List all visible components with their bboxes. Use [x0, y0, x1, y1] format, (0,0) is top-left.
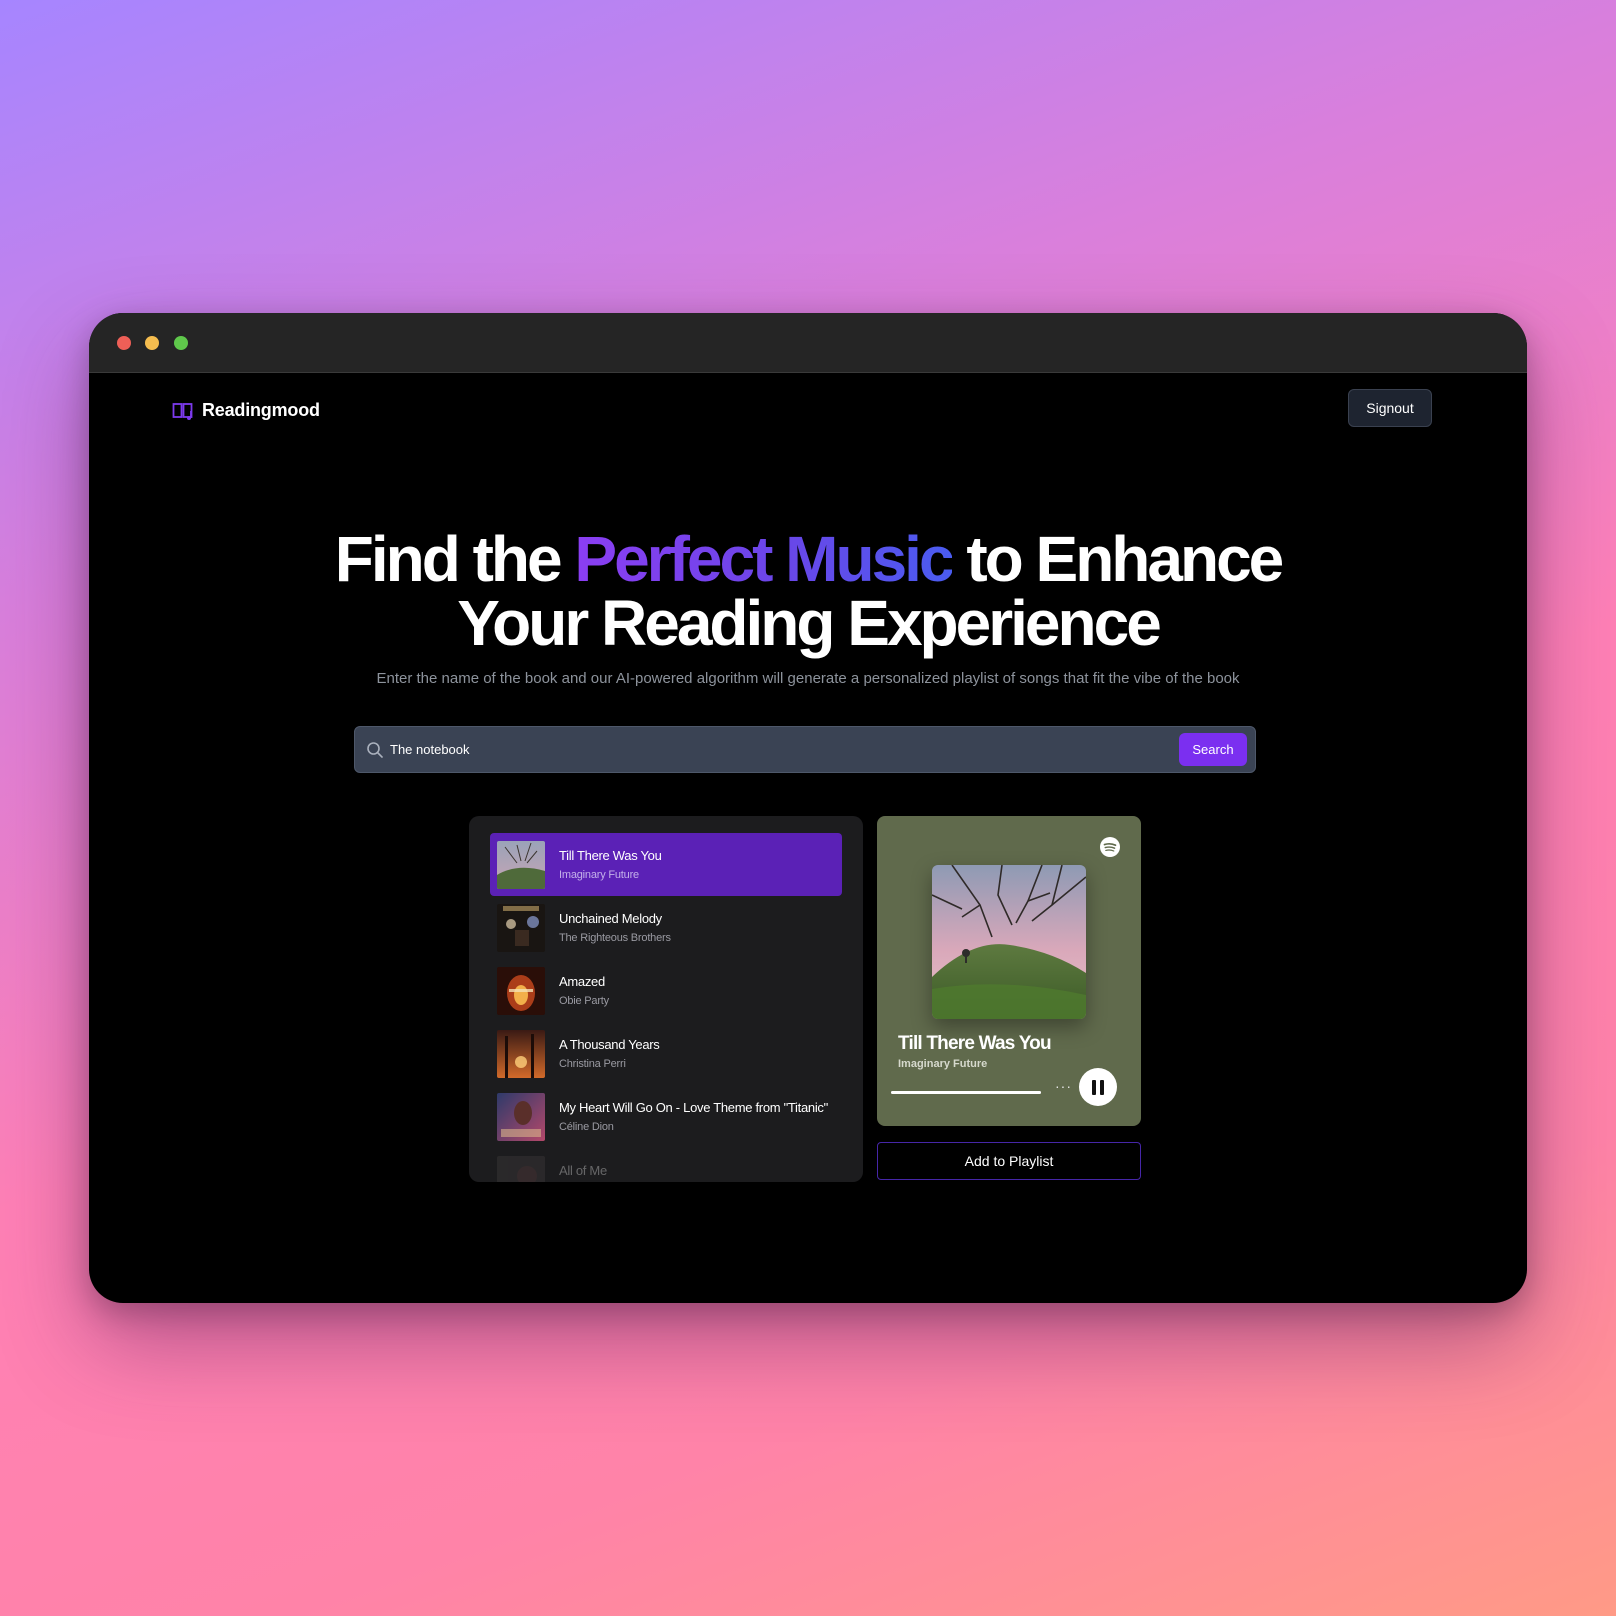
album-art-thumbnail	[497, 967, 545, 1015]
search-input[interactable]	[390, 727, 1150, 772]
hero-title-suffix: to Enhance	[951, 523, 1284, 595]
hero-subtitle: Enter the name of the book and our AI-po…	[376, 670, 1240, 687]
add-to-playlist-button[interactable]: Add to Playlist	[877, 1142, 1141, 1180]
song-item[interactable]: Unchained Melody The Righteous Brothers	[490, 896, 842, 959]
song-item[interactable]: A Thousand Years Christina Perri	[490, 1022, 842, 1085]
song-list: Till There Was You Imaginary Future Unch…	[469, 816, 863, 1182]
song-item[interactable]: Till There Was You Imaginary Future	[490, 833, 842, 896]
pause-icon	[1100, 1080, 1104, 1095]
hero-title: Find the Perfect Music to Enhance Your R…	[89, 527, 1527, 655]
song-title: Unchained Melody	[559, 911, 662, 926]
pause-icon	[1092, 1080, 1096, 1095]
song-title: A Thousand Years	[559, 1037, 660, 1052]
album-art-thumbnail	[497, 1030, 545, 1078]
song-artist: Obie Party	[559, 995, 609, 1007]
song-item[interactable]: All of Me	[490, 1148, 842, 1182]
album-art-thumbnail	[497, 1156, 545, 1182]
album-art-thumbnail	[497, 1093, 545, 1141]
search-button[interactable]: Search	[1179, 733, 1247, 766]
now-playing-title: Till There Was You	[898, 1033, 1052, 1054]
signout-button[interactable]: Signout	[1348, 389, 1432, 427]
book-music-icon	[172, 402, 193, 420]
more-icon[interactable]: ···	[1055, 1078, 1072, 1094]
progress-fill	[891, 1091, 1041, 1094]
song-item[interactable]: Amazed Obie Party	[490, 959, 842, 1022]
song-artist: The Righteous Brothers	[559, 932, 671, 944]
song-artist: Céline Dion	[559, 1121, 614, 1133]
song-item[interactable]: My Heart Will Go On - Love Theme from "T…	[490, 1085, 842, 1148]
spotify-icon[interactable]	[1100, 837, 1120, 857]
navbar: Readingmood Signout	[89, 373, 1527, 453]
pause-button[interactable]	[1079, 1068, 1117, 1106]
song-title: My Heart Will Go On - Love Theme from "T…	[559, 1100, 828, 1115]
album-art-thumbnail	[497, 841, 545, 889]
song-title: All of Me	[559, 1163, 607, 1178]
minimize-window-button[interactable]	[145, 336, 159, 350]
album-art	[932, 865, 1086, 1019]
browser-window: Readingmood Signout Find the Perfect Mus…	[89, 313, 1527, 1303]
now-playing-player: Till There Was You Imaginary Future ···	[877, 816, 1141, 1126]
brand-logo[interactable]: Readingmood	[172, 400, 320, 421]
song-artist: Imaginary Future	[559, 869, 639, 881]
hero-title-accent: Perfect Music	[574, 523, 954, 595]
search-icon	[367, 742, 383, 758]
hero-title-line2: Your Reading Experience	[457, 587, 1162, 659]
song-title: Till There Was You	[559, 848, 662, 863]
maximize-window-button[interactable]	[174, 336, 188, 350]
search-bar: Search	[354, 726, 1256, 773]
song-title: Amazed	[559, 974, 605, 989]
now-playing-artist: Imaginary Future	[898, 1058, 988, 1070]
album-art-thumbnail	[497, 904, 545, 952]
close-window-button[interactable]	[117, 336, 131, 350]
hero-title-prefix: Find the	[334, 523, 575, 595]
progress-bar[interactable]	[891, 1091, 1041, 1094]
song-artist: Christina Perri	[559, 1058, 626, 1070]
window-titlebar	[89, 313, 1527, 373]
brand-name: Readingmood	[202, 400, 320, 420]
